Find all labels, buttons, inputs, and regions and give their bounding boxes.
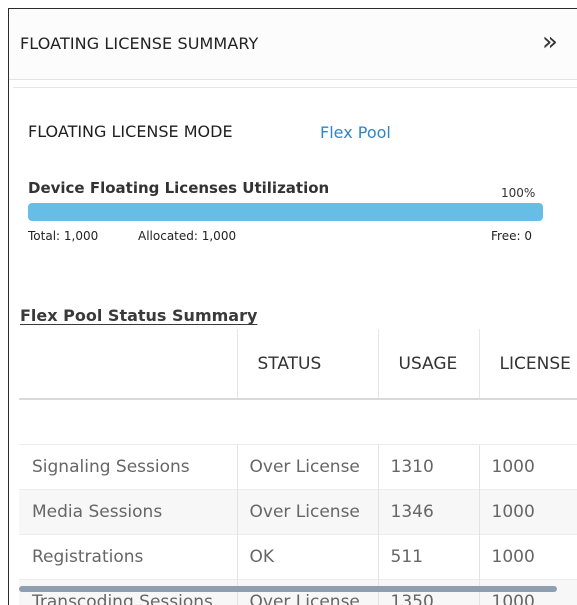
- row-name: Registrations: [19, 533, 237, 579]
- row-name: Transcoding Sessions: [19, 578, 237, 605]
- table-row: Transcoding Sessions Over License 1350 1…: [19, 578, 577, 605]
- free-licenses: Free: 0: [491, 229, 532, 243]
- panel-header: FLOATING LICENSE SUMMARY »: [9, 9, 577, 80]
- table-row: Media Sessions Over License 1346 1000: [19, 488, 577, 534]
- utilization-progress-fill: [28, 203, 543, 221]
- column-header-usage[interactable]: USAGE: [377, 329, 479, 400]
- row-usage: 1310: [377, 443, 479, 489]
- horizontal-scrollbar[interactable]: [19, 586, 557, 592]
- floating-license-summary-panel: FLOATING LICENSE SUMMARY » FLOATING LICE…: [8, 8, 577, 605]
- table-row: Signaling Sessions Over License 1310 100…: [19, 443, 577, 489]
- row-license: 1000: [478, 533, 577, 579]
- table-row: Registrations OK 511 1000: [19, 533, 577, 579]
- status-summary-title: Flex Pool Status Summary: [20, 306, 258, 325]
- column-header-license[interactable]: LICENSE: [478, 329, 577, 400]
- row-status: Over License: [236, 578, 378, 605]
- utilization-percent: 100%: [501, 186, 536, 200]
- row-name: Media Sessions: [19, 488, 237, 534]
- column-header-status[interactable]: STATUS: [236, 329, 378, 400]
- total-licenses: Total: 1,000: [28, 229, 99, 243]
- header-divider: [13, 87, 577, 88]
- row-usage: 1346: [377, 488, 479, 534]
- table-spacer: [19, 399, 577, 444]
- allocated-licenses: Allocated: 1,000: [138, 229, 237, 243]
- row-status: Over License: [236, 443, 378, 489]
- row-license: 1000: [478, 578, 577, 605]
- row-license: 1000: [478, 443, 577, 489]
- license-mode-value-link[interactable]: Flex Pool: [320, 123, 391, 142]
- row-usage: 511: [377, 533, 479, 579]
- row-status: Over License: [236, 488, 378, 534]
- collapse-panel-icon[interactable]: »: [542, 29, 570, 57]
- utilization-progress-bar: [28, 203, 543, 221]
- column-header-name[interactable]: [19, 329, 237, 400]
- license-mode-label: FLOATING LICENSE MODE: [28, 122, 233, 141]
- row-license: 1000: [478, 488, 577, 534]
- row-status: OK: [236, 533, 378, 579]
- table-header-row: STATUS USAGE LICENSE: [19, 329, 577, 400]
- utilization-title: Device Floating Licenses Utilization: [28, 179, 330, 197]
- status-summary-table: STATUS USAGE LICENSE Signaling Sessions …: [19, 329, 577, 605]
- row-name: Signaling Sessions: [19, 443, 237, 489]
- row-usage: 1350: [377, 578, 479, 605]
- panel-title: FLOATING LICENSE SUMMARY: [20, 34, 259, 53]
